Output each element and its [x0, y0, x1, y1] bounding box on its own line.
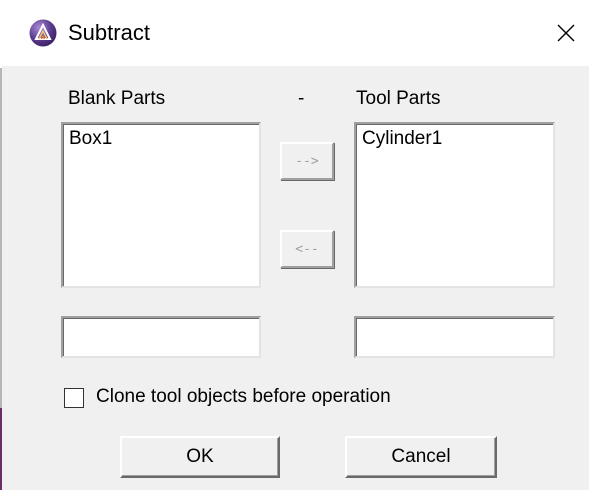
ok-button[interactable]: OK — [120, 436, 280, 478]
tool-parts-label: Tool Parts — [356, 88, 441, 109]
list-item[interactable]: Cylinder1 — [362, 128, 442, 150]
cancel-button[interactable]: Cancel — [345, 436, 497, 478]
dialog-body: Blank Parts - Tool Parts Box1 Cylinder1 … — [2, 66, 589, 490]
tool-parts-input[interactable] — [354, 316, 555, 358]
clone-tool-label[interactable]: Clone tool objects before operation — [96, 386, 391, 408]
move-to-tool-button[interactable]: --> — [280, 142, 334, 180]
tool-parts-list[interactable]: Cylinder1 — [354, 122, 555, 288]
list-item[interactable]: Box1 — [69, 128, 112, 150]
title-bar[interactable]: Subtract — [0, 0, 589, 66]
clone-tool-checkbox[interactable] — [64, 388, 84, 408]
dialog-title: Subtract — [68, 20, 150, 45]
blank-parts-label: Blank Parts — [68, 88, 166, 109]
separator-dash: - — [298, 88, 305, 109]
close-icon — [557, 24, 574, 42]
move-to-blank-button[interactable]: <-- — [280, 230, 334, 268]
blank-parts-list[interactable]: Box1 — [61, 122, 261, 288]
app-logo-icon — [29, 19, 57, 47]
subtract-dialog: Subtract Blank Parts - Tool Parts Box1 C… — [0, 0, 589, 490]
close-button[interactable] — [542, 10, 589, 56]
blank-parts-input[interactable] — [61, 316, 261, 358]
